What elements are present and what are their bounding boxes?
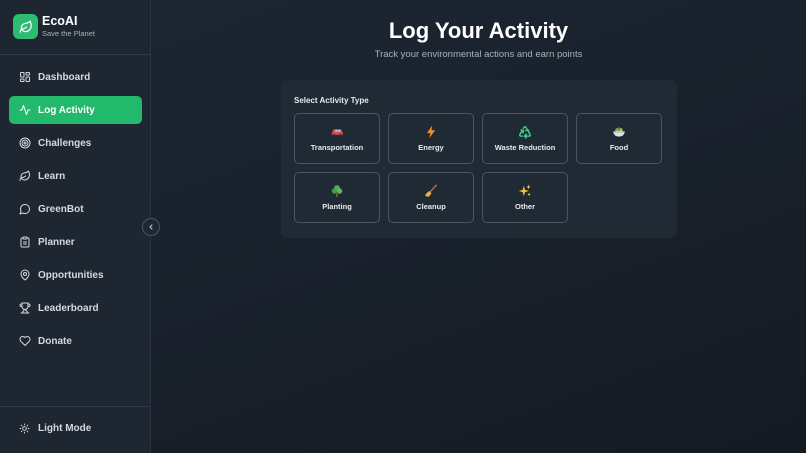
activity-type-label: Transportation bbox=[310, 143, 364, 152]
sidebar-item-donate[interactable]: Donate bbox=[9, 327, 142, 355]
sidebar-item-leaderboard[interactable]: Leaderboard bbox=[9, 294, 142, 322]
activity-type-label: Waste Reduction bbox=[494, 143, 556, 152]
activity-type-food[interactable]: Food bbox=[576, 113, 662, 164]
brand-tagline: Save the Planet bbox=[42, 29, 95, 38]
sidebar-item-label: Dashboard bbox=[38, 71, 91, 83]
clipboard-icon bbox=[20, 236, 30, 248]
car-icon bbox=[331, 129, 343, 137]
activity-type-transportation[interactable]: Transportation bbox=[294, 113, 380, 164]
activity-type-cleanup[interactable]: Cleanup bbox=[388, 172, 474, 223]
sidebar-divider bbox=[0, 54, 151, 55]
leaf-icon bbox=[13, 14, 38, 39]
leaf-icon bbox=[19, 170, 30, 181]
brand-name: EcoAI bbox=[42, 14, 78, 28]
collapse-sidebar-button[interactable] bbox=[142, 218, 160, 236]
broom-icon bbox=[425, 184, 437, 197]
light-mode-toggle[interactable]: Light Mode bbox=[19, 423, 91, 434]
sidebar-item-learn[interactable]: Learn bbox=[9, 162, 142, 190]
sidebar-item-label: GreenBot bbox=[38, 203, 84, 215]
sparkles-icon bbox=[518, 184, 531, 197]
sidebar-item-label: Donate bbox=[38, 335, 72, 347]
sidebar-divider bbox=[0, 406, 151, 407]
activity-type-label: Cleanup bbox=[416, 202, 446, 211]
heart-icon bbox=[19, 336, 31, 346]
grid-icon bbox=[20, 72, 30, 82]
sidebar-item-log-activity[interactable]: Log Activity bbox=[9, 96, 142, 124]
brand[interactable]: EcoAI Save the Planet bbox=[13, 14, 95, 39]
sidebar-item-challenges[interactable]: Challenges bbox=[9, 129, 142, 157]
trophy-icon bbox=[19, 302, 31, 314]
activity-type-other[interactable]: Other bbox=[482, 172, 568, 223]
target-icon bbox=[19, 137, 31, 149]
sidebar-item-label: Opportunities bbox=[38, 269, 104, 281]
activity-type-energy[interactable]: Energy bbox=[388, 113, 474, 164]
food-bowl-icon bbox=[613, 127, 625, 137]
activity-type-label: Energy bbox=[418, 143, 444, 152]
sidebar: EcoAI Save the Planet Dashboard Log Acti… bbox=[0, 0, 151, 453]
sidebar-item-opportunities[interactable]: Opportunities bbox=[9, 261, 142, 289]
sidebar-item-label: Planner bbox=[38, 236, 75, 248]
map-pin-icon bbox=[20, 269, 30, 281]
activity-type-card: Select Activity Type Transportation Ener… bbox=[281, 80, 677, 238]
lightning-icon bbox=[426, 125, 436, 139]
sidebar-nav: Dashboard Log Activity Challenges Learn … bbox=[9, 63, 142, 360]
sidebar-item-greenbot[interactable]: GreenBot bbox=[9, 195, 142, 223]
sidebar-item-label: Leaderboard bbox=[38, 302, 99, 314]
activity-type-label: Planting bbox=[322, 202, 352, 211]
activity-type-planting[interactable]: Planting bbox=[294, 172, 380, 223]
chevron-left-icon bbox=[149, 224, 153, 230]
activity-icon bbox=[19, 105, 31, 115]
activity-type-label: Food bbox=[609, 143, 629, 152]
tree-icon bbox=[331, 185, 343, 197]
activity-type-waste-reduction[interactable]: Waste Reduction bbox=[482, 113, 568, 164]
activity-type-label: Other bbox=[514, 202, 535, 211]
activity-type-label: Select Activity Type bbox=[294, 96, 369, 105]
page-subtitle: Track your environmental actions and ear… bbox=[374, 49, 583, 60]
sidebar-item-label: Challenges bbox=[38, 137, 92, 149]
sidebar-item-dashboard[interactable]: Dashboard bbox=[9, 63, 142, 91]
sidebar-item-label: Log Activity bbox=[38, 104, 95, 116]
sidebar-item-label: Learn bbox=[38, 170, 66, 182]
chat-bubble-icon bbox=[19, 204, 30, 215]
light-mode-label: Light Mode bbox=[38, 423, 92, 434]
sun-icon bbox=[19, 423, 30, 434]
sidebar-item-planner[interactable]: Planner bbox=[9, 228, 142, 256]
recycle-icon bbox=[518, 125, 532, 139]
page-title: Log Your Activity bbox=[388, 18, 569, 43]
